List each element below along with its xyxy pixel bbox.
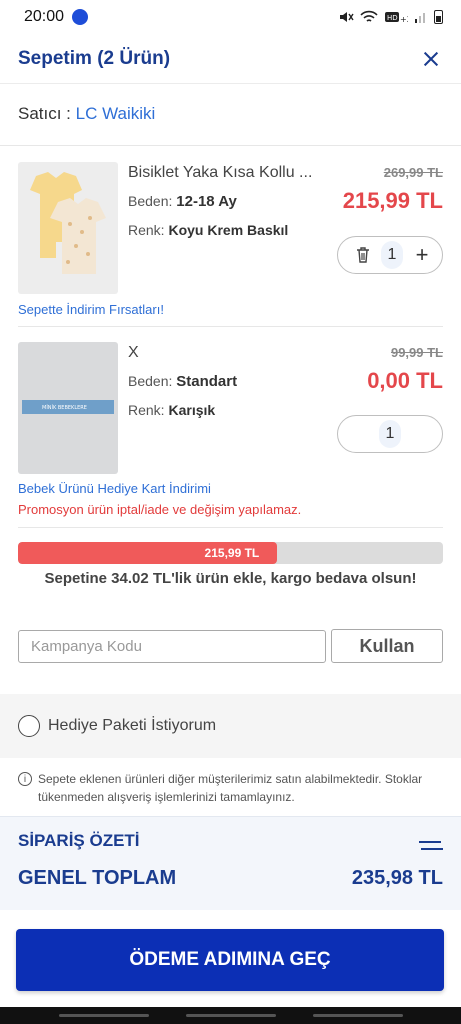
- size-value: Standart: [176, 373, 238, 390]
- shipping-progress-bar: 215,99 TL: [18, 542, 443, 564]
- campaign-code-input[interactable]: [18, 630, 326, 663]
- old-price: 269,99 TL: [383, 165, 443, 180]
- apply-code-button[interactable]: Kullan: [331, 629, 443, 663]
- quantity-stepper: 1: [337, 415, 443, 453]
- quantity-stepper: 1 +: [337, 236, 443, 274]
- quantity-value[interactable]: 1: [381, 241, 403, 269]
- progress-label: 215,99 TL: [204, 546, 260, 560]
- gift-wrap-radio[interactable]: [18, 715, 40, 737]
- free-shipping-message: Sepetine 34.02 TL'lik ürün ekle, kargo b…: [44, 570, 417, 587]
- size-label: Beden:: [128, 193, 173, 209]
- trash-icon[interactable]: [354, 246, 372, 264]
- seller-row: Satıcı : LC Waikiki: [18, 104, 155, 124]
- discounted-price: 0,00 TL: [367, 368, 443, 393]
- signal-icon: [415, 13, 425, 23]
- seller-name-link[interactable]: LC Waikiki: [76, 104, 156, 123]
- wifi-icon: [360, 10, 378, 22]
- old-price: 99,99 TL: [390, 345, 443, 360]
- product-size: Beden: 12-18 Ay: [128, 193, 237, 210]
- status-time: 20:00: [24, 8, 65, 25]
- promo-link[interactable]: Sepette İndirim Fırsatları!: [18, 302, 164, 317]
- discounted-price: 215,99 TL: [342, 188, 443, 213]
- product-color: Renk: Koyu Krem Baskıl: [128, 222, 288, 238]
- product-color: Renk: Karışık: [128, 402, 215, 418]
- app-notification-icon: [72, 9, 89, 25]
- hd-voice-icon: HD+2: [385, 12, 408, 24]
- color-value: Karışık: [168, 402, 216, 418]
- product-image[interactable]: MİNİK BEBEKLERE: [18, 342, 118, 474]
- order-summary: SİPARİŞ ÖZETİ GENEL TOPLAM 235,98 TL: [0, 816, 461, 910]
- promo-link[interactable]: Bebek Ürünü Hediye Kart İndirimi: [18, 481, 211, 496]
- cart-item: MİNİK BEBEKLERE X Beden: Standart Renk: …: [18, 342, 443, 478]
- nav-recents[interactable]: [58, 1014, 149, 1017]
- system-nav-bar: [0, 1007, 461, 1024]
- seller-label: Satıcı :: [18, 104, 71, 123]
- summary-expand-icon[interactable]: [419, 841, 443, 851]
- svg-text:+2: +2: [400, 15, 408, 24]
- color-label: Renk:: [128, 402, 165, 418]
- size-value: 12-18 Ay: [176, 193, 237, 210]
- mute-icon: [340, 12, 354, 22]
- gift-wrap-label: Hediye Paketi İstiyorum: [48, 717, 217, 734]
- checkout-area: ÖDEME ADIMINA GEÇ: [0, 910, 461, 1007]
- total-value: 235,98 TL: [351, 867, 443, 889]
- product-image[interactable]: [18, 162, 118, 294]
- nav-back[interactable]: [312, 1014, 403, 1017]
- close-icon[interactable]: [419, 47, 443, 71]
- gift-wrap-option[interactable]: Hediye Paketi İstiyorum: [0, 694, 461, 758]
- product-image-text: MİNİK BEBEKLERE: [42, 404, 87, 411]
- size-label: Beden:: [128, 373, 173, 389]
- divider: [18, 326, 443, 327]
- cart-page: 20:00 HD+2 Sepetim (2 Ürün) Satıcı : LC …: [0, 0, 461, 1024]
- info-icon: i: [18, 772, 32, 786]
- status-icons: HD+2: [338, 10, 443, 24]
- shipping-progress-fill: 215,99 TL: [18, 542, 278, 564]
- divider: [18, 527, 443, 528]
- cart-header: Sepetim (2 Ürün): [0, 34, 461, 84]
- color-value: Koyu Krem Baskıl: [168, 222, 289, 238]
- color-label: Renk:: [128, 222, 165, 238]
- svg-text:HD: HD: [387, 14, 398, 22]
- product-name[interactable]: X: [128, 344, 346, 362]
- status-bar: 20:00 HD+2: [0, 0, 461, 34]
- nav-home[interactable]: [185, 1014, 276, 1017]
- stock-info: i Sepete eklenen ürünleri diğer müşteril…: [18, 770, 448, 806]
- divider: [0, 145, 461, 146]
- summary-title: SİPARİŞ ÖZETİ: [18, 831, 140, 850]
- quantity-value: 1: [379, 420, 401, 448]
- total-label: GENEL TOPLAM: [18, 867, 177, 889]
- battery-icon: [434, 10, 443, 24]
- stock-info-text: Sepete eklenen ürünleri diğer müşteriler…: [38, 772, 423, 804]
- product-size: Beden: Standart: [128, 373, 237, 390]
- cart-item: Bisiklet Yaka Kısa Kollu ... Beden: 12-1…: [18, 162, 443, 298]
- plus-icon[interactable]: +: [412, 244, 432, 266]
- product-name[interactable]: Bisiklet Yaka Kısa Kollu ...: [128, 164, 346, 182]
- checkout-button[interactable]: ÖDEME ADIMINA GEÇ: [16, 929, 444, 991]
- page-title: Sepetim (2 Ürün): [18, 47, 171, 69]
- promo-warning: Promosyon ürün iptal/iade ve değişim yap…: [18, 502, 302, 517]
